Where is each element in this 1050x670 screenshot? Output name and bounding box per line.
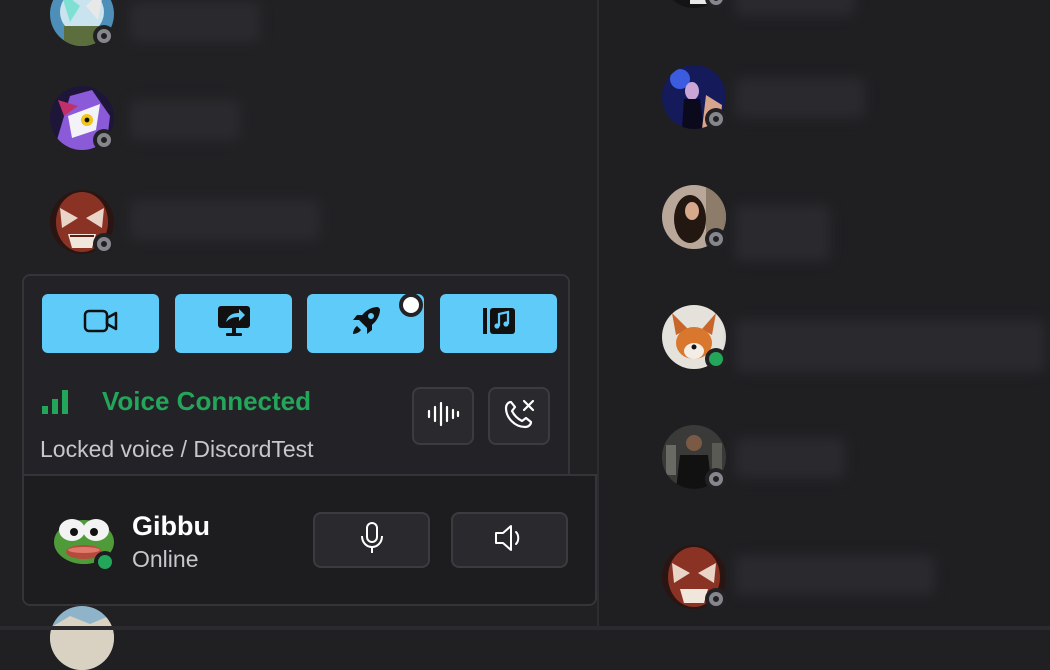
deafen-button[interactable]: [451, 512, 568, 568]
status-offline-icon: [705, 228, 727, 250]
bottom-border: [0, 626, 1050, 630]
mute-button[interactable]: [313, 512, 430, 568]
blurred-username: [735, 205, 830, 261]
blurred-username: [735, 438, 845, 478]
rocket-icon: [348, 303, 384, 344]
landscape-avatar: [50, 606, 114, 670]
status-offline-icon: [93, 233, 115, 255]
user-status: Online: [132, 546, 199, 572]
blurred-username: [130, 2, 260, 42]
disconnect-call-icon: [502, 397, 536, 436]
username[interactable]: Gibbu: [132, 511, 210, 542]
status-offline-icon: [705, 108, 727, 130]
connection-signal-icon: [42, 390, 70, 414]
voice-channel-name[interactable]: Locked voice / DiscordTest: [40, 436, 314, 463]
disconnect-button[interactable]: [488, 387, 550, 445]
blurred-username: [735, 78, 865, 118]
blurred-username: [735, 0, 855, 16]
activity-indicator-dot: [399, 293, 423, 317]
camera-icon: [83, 307, 119, 340]
voice-connected-status[interactable]: Voice Connected: [102, 386, 311, 417]
noise-suppression-button[interactable]: [412, 387, 474, 445]
status-offline-icon: [93, 25, 115, 47]
microphone-icon: [359, 521, 385, 560]
camera-button[interactable]: [42, 294, 159, 353]
blurred-username: [130, 100, 240, 140]
status-offline-icon: [705, 468, 727, 490]
blurred-username: [735, 555, 935, 595]
status-offline-icon: [93, 129, 115, 151]
screen-share-button[interactable]: [175, 294, 292, 353]
soundwave-icon: [426, 400, 460, 433]
music-library-icon: [481, 305, 517, 342]
speaker-icon: [493, 523, 527, 558]
status-online-icon: [94, 551, 116, 573]
blurred-username: [735, 320, 1045, 372]
soundboard-button[interactable]: [440, 294, 557, 353]
screen-share-icon: [216, 304, 252, 343]
status-online-icon: [705, 348, 727, 370]
status-offline-icon: [705, 588, 727, 610]
blurred-username: [130, 200, 320, 240]
